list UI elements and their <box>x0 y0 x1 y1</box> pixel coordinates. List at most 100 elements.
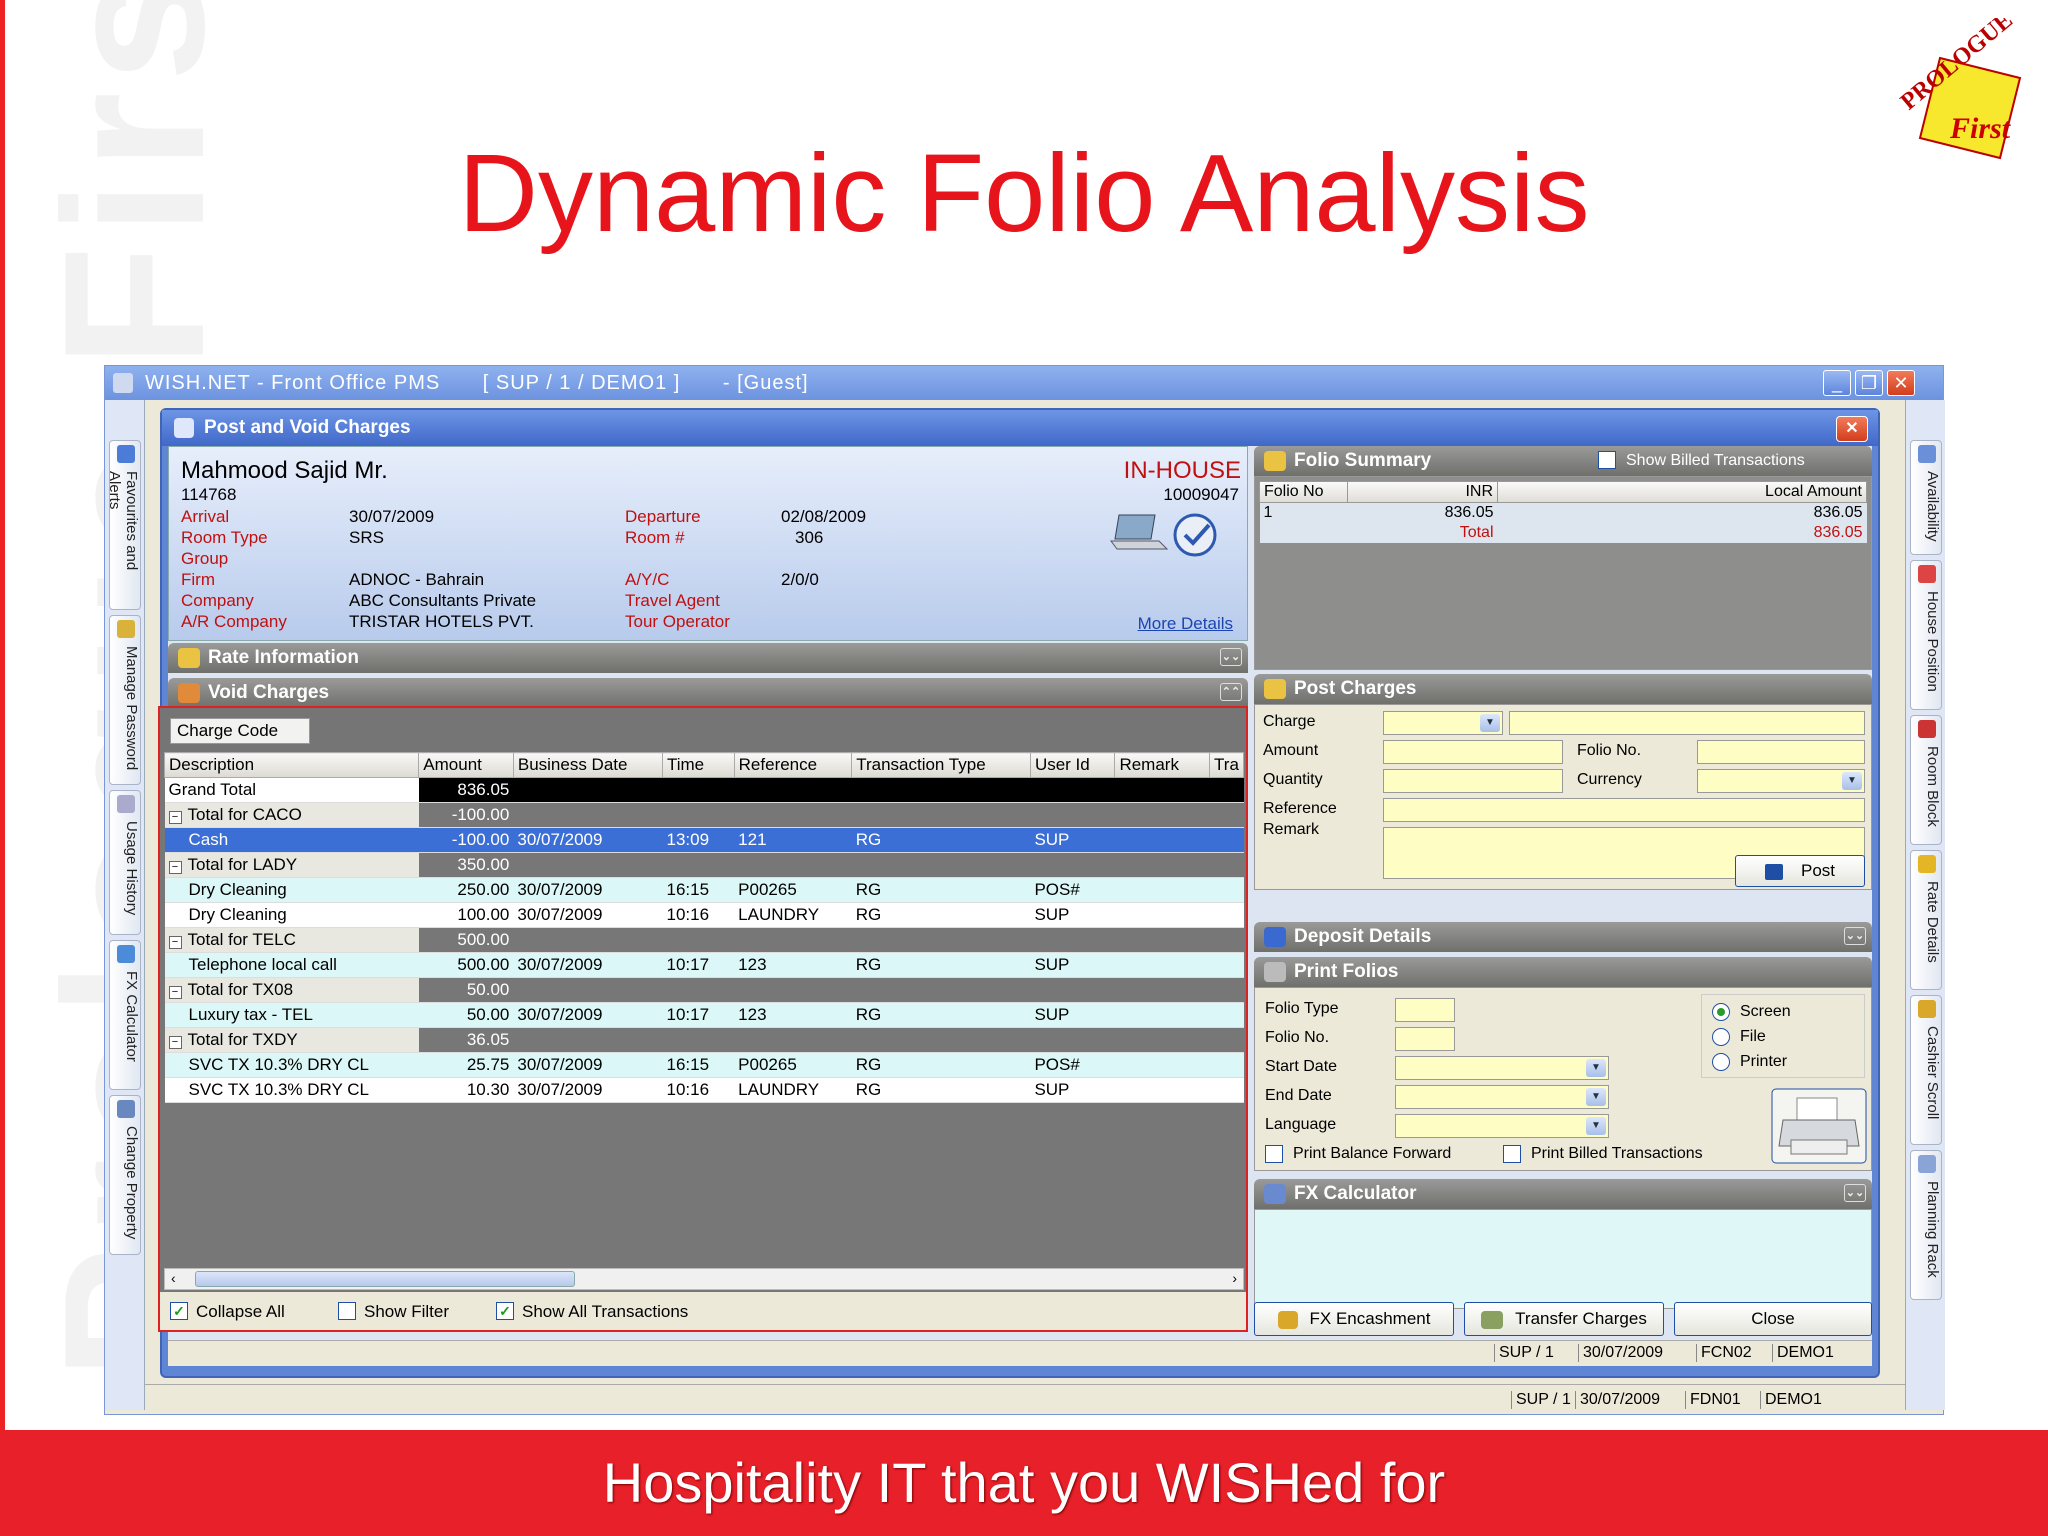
void-charges-bar[interactable]: Void Charges ⌃⌃ <box>168 678 1248 708</box>
tab-room-block[interactable]: Room Block <box>1910 715 1942 845</box>
table-row[interactable]: Telephone local call 500.00 30/07/2009 10:1… <box>164 952 1244 978</box>
tab-planning-rack[interactable]: Planning Rack <box>1910 1150 1942 1300</box>
print-billed-label: Print Billed Transactions <box>1531 1145 1703 1162</box>
currency-select[interactable]: ▼ <box>1697 769 1865 793</box>
col-reference[interactable]: Reference <box>733 752 853 778</box>
expand-icon[interactable]: ⌄⌄ <box>1220 648 1242 666</box>
tab-rate-details[interactable]: Rate Details <box>1910 850 1942 990</box>
print-folio-no-field[interactable] <box>1395 1027 1455 1051</box>
table-row[interactable]: Luxury tax - TEL 50.00 30/07/2009 10:17 123 R… <box>164 1002 1244 1028</box>
table-row[interactable]: Cash -100.00 30/07/2009 13:09 121 RG SUP <box>164 827 1244 853</box>
col-amount[interactable]: Amount <box>418 752 514 778</box>
col-business-date[interactable]: Business Date <box>512 752 663 778</box>
print-button[interactable] <box>1771 1088 1867 1164</box>
table-row[interactable]: SVC TX 10.3% DRY CL 10.30 30/07/2009 10:16 L… <box>164 1077 1244 1103</box>
close-button[interactable]: Close <box>1674 1302 1872 1336</box>
horizontal-scrollbar[interactable]: ‹ › <box>164 1268 1244 1290</box>
tab-favourites[interactable]: Favourites and Alerts <box>106 440 141 610</box>
tab-cashier-scroll[interactable]: Cashier Scroll <box>1910 995 1942 1145</box>
start-date-field[interactable]: ▼ <box>1395 1056 1609 1080</box>
cell-amount: 100.00 <box>418 902 514 928</box>
amount-field[interactable] <box>1383 740 1563 764</box>
collapse-toggle-icon[interactable]: − <box>168 986 182 999</box>
group-total-row[interactable]: − Total for CACO -100.00 <box>164 802 1244 828</box>
reference-field[interactable] <box>1383 798 1865 822</box>
cell-business-date: 30/07/2009 <box>513 1052 663 1078</box>
collapse-toggle-icon[interactable]: − <box>168 1036 182 1049</box>
expand-icon[interactable]: ⌄⌄ <box>1844 927 1866 945</box>
printer-radio[interactable] <box>1712 1053 1730 1071</box>
charge-description-field[interactable] <box>1509 711 1865 735</box>
col-tra[interactable]: Tra <box>1209 752 1244 778</box>
table-row[interactable]: Dry Cleaning 100.00 30/07/2009 10:16 LAUNDRY… <box>164 902 1244 928</box>
deposit-details-bar[interactable]: Deposit Details ⌄⌄ <box>1254 922 1872 952</box>
collapse-toggle-icon[interactable]: − <box>168 861 182 874</box>
collapse-all-checkbox[interactable]: ✓ <box>170 1302 188 1320</box>
quantity-field[interactable] <box>1383 769 1563 793</box>
folio-no-label: Folio No. <box>1577 742 1642 759</box>
post-charges-title: Post Charges <box>1294 678 1417 699</box>
collapse-icon[interactable]: ⌃⌃ <box>1220 683 1242 701</box>
fx-calculator-bar[interactable]: FX Calculator ⌄⌄ <box>1254 1179 1872 1209</box>
group-total-row[interactable]: − Total for TELC 500.00 <box>164 927 1244 953</box>
expand-icon[interactable]: ⌄⌄ <box>1844 1184 1866 1202</box>
minimize-button[interactable]: _ <box>1823 370 1851 396</box>
folio-type-label: Folio Type <box>1265 1000 1339 1017</box>
col-transaction-type[interactable]: Transaction Type <box>851 752 1031 778</box>
end-date-field[interactable]: ▼ <box>1395 1085 1609 1109</box>
dialog-close-button[interactable]: ✕ <box>1836 416 1868 442</box>
show-filter-checkbox[interactable] <box>338 1302 356 1320</box>
folio-header-row: Folio No INR Local Amount <box>1259 481 1867 503</box>
tab-house-position[interactable]: House Position <box>1910 560 1942 710</box>
grand-total-row[interactable]: Grand Total 836.05 <box>164 777 1244 803</box>
group-total-row[interactable]: − Total for LADY 350.00 <box>164 852 1244 878</box>
transfer-charges-button[interactable]: Transfer Charges <box>1464 1302 1664 1336</box>
grand-total-label: Grand Total <box>164 777 419 803</box>
tab-usage-history[interactable]: Usage History <box>109 790 141 935</box>
charge-code-group-chip[interactable]: Charge Code <box>170 718 310 744</box>
ayc-value: 2/0/0 <box>781 570 819 589</box>
scroll-right-icon[interactable]: › <box>1232 1270 1237 1286</box>
tab-availability[interactable]: Availability <box>1910 440 1942 555</box>
laptop-icon[interactable] <box>1109 511 1169 553</box>
folio-total-row: Total 836.05 <box>1259 523 1867 543</box>
tab-manage-password[interactable]: Manage Password <box>109 615 141 785</box>
col-remark[interactable]: Remark <box>1114 752 1211 778</box>
print-balance-forward-checkbox[interactable] <box>1265 1145 1283 1163</box>
collapse-toggle-icon[interactable]: − <box>168 936 182 949</box>
screen-radio[interactable] <box>1712 1003 1730 1021</box>
col-user-id[interactable]: User Id <box>1029 752 1116 778</box>
collapse-toggle-icon[interactable]: − <box>168 811 182 824</box>
cell-remark <box>1114 827 1210 853</box>
group-total-row[interactable]: − Total for TX08 50.00 <box>164 977 1244 1003</box>
language-select[interactable]: ▼ <box>1395 1114 1609 1138</box>
checkout-icon[interactable] <box>1169 511 1225 559</box>
restore-button[interactable]: ❐ <box>1855 370 1883 396</box>
rate-information-bar[interactable]: Rate Information ⌄⌄ <box>168 643 1248 673</box>
close-app-button[interactable]: ✕ <box>1887 370 1915 396</box>
scroll-left-icon[interactable]: ‹ <box>171 1270 176 1286</box>
col-description[interactable]: Description <box>163 752 420 778</box>
post-void-dialog: Post and Void Charges ✕ Mahmood Sajid Mr… <box>158 408 1880 1378</box>
group-total-row[interactable]: − Total for TXDY 36.05 <box>164 1027 1244 1053</box>
fx-encashment-button[interactable]: FX Encashment <box>1254 1302 1454 1336</box>
file-radio[interactable] <box>1712 1028 1730 1046</box>
show-all-checkbox[interactable]: ✓ <box>496 1302 514 1320</box>
post-button[interactable]: Post <box>1735 855 1865 887</box>
col-time[interactable]: Time <box>661 752 735 778</box>
show-billed-checkbox[interactable] <box>1598 451 1616 469</box>
folio-row[interactable]: 1 836.05 836.05 <box>1259 502 1867 523</box>
tab-fx-calculator[interactable]: FX Calculator <box>109 940 141 1090</box>
tab-change-property[interactable]: Change Property <box>109 1095 141 1255</box>
remark-label: Remark <box>1263 821 1320 838</box>
more-details-link[interactable]: More Details <box>1138 614 1233 634</box>
print-billed-checkbox[interactable] <box>1503 1145 1521 1163</box>
scroll-thumb[interactable] <box>195 1271 575 1287</box>
table-row[interactable]: Dry Cleaning 250.00 30/07/2009 16:15 P00265 R… <box>164 877 1244 903</box>
folio-no-field[interactable] <box>1697 740 1865 764</box>
table-row[interactable]: SVC TX 10.3% DRY CL 25.75 30/07/2009 16:15 P… <box>164 1052 1244 1078</box>
charge-select[interactable]: ▼ <box>1383 711 1503 735</box>
app-title-bar: WISH.NET - Front Office PMS [ SUP / 1 / … <box>105 366 1943 400</box>
folio-type-field[interactable] <box>1395 998 1455 1022</box>
print-folios-panel: Folio Type Folio No. Start Date ▼ End Da… <box>1254 987 1872 1171</box>
